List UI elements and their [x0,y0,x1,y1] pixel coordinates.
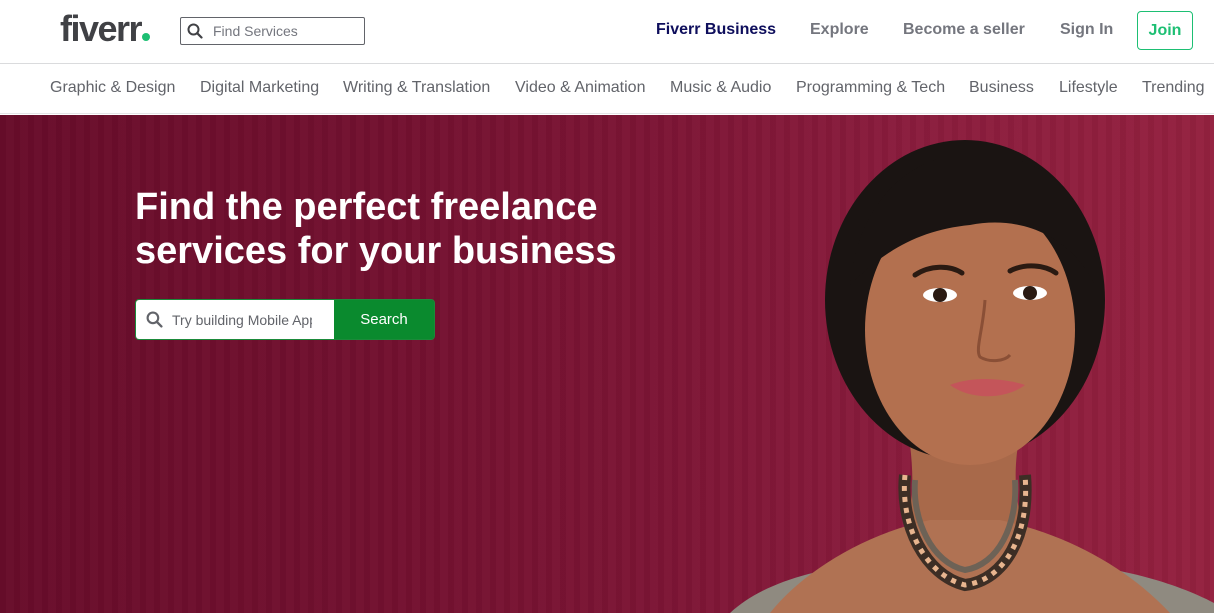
search-icon [181,18,209,44]
hero-title-line-1: Find the perfect freelance [135,186,598,228]
category-digital-marketing[interactable]: Digital Marketing [200,79,319,97]
nav-become-seller[interactable]: Become a seller [903,21,1025,39]
logo-text: fiverr [60,8,143,49]
top-header: fiverr Fiverr Business Explore Become a … [0,0,1214,64]
hero-person-image [730,140,1214,613]
header-search-box[interactable] [180,17,365,45]
hero-title: Find the perfect freelance services for … [135,185,695,273]
header-search-input[interactable] [209,23,359,39]
join-button[interactable]: Join [1137,11,1193,50]
search-icon [136,311,172,328]
fiverr-logo[interactable]: fiverr [60,8,151,49]
hero-search-bar: Search [135,299,435,340]
category-writing-translation[interactable]: Writing & Translation [343,79,490,97]
category-programming-tech[interactable]: Programming & Tech [796,79,945,97]
category-music-audio[interactable]: Music & Audio [670,79,771,97]
logo-dot [142,33,151,41]
hero-search-button[interactable]: Search [334,300,434,339]
category-business[interactable]: Business [969,79,1034,97]
hero-title-line-2: services for your business [135,230,617,272]
category-trending[interactable]: Trending [1142,79,1205,97]
hero-search-input[interactable] [172,311,312,328]
nav-sign-in[interactable]: Sign In [1060,21,1113,39]
category-menu: Graphic & Design Digital Marketing Writi… [0,64,1214,114]
category-lifestyle[interactable]: Lifestyle [1059,79,1118,97]
hero-search-field[interactable] [136,300,334,339]
category-graphic-design[interactable]: Graphic & Design [50,79,175,97]
hero-section: Find the perfect freelance services for … [0,115,1214,613]
nav-explore[interactable]: Explore [810,21,869,39]
category-video-animation[interactable]: Video & Animation [515,79,645,97]
nav-fiverr-business[interactable]: Fiverr Business [656,21,776,39]
